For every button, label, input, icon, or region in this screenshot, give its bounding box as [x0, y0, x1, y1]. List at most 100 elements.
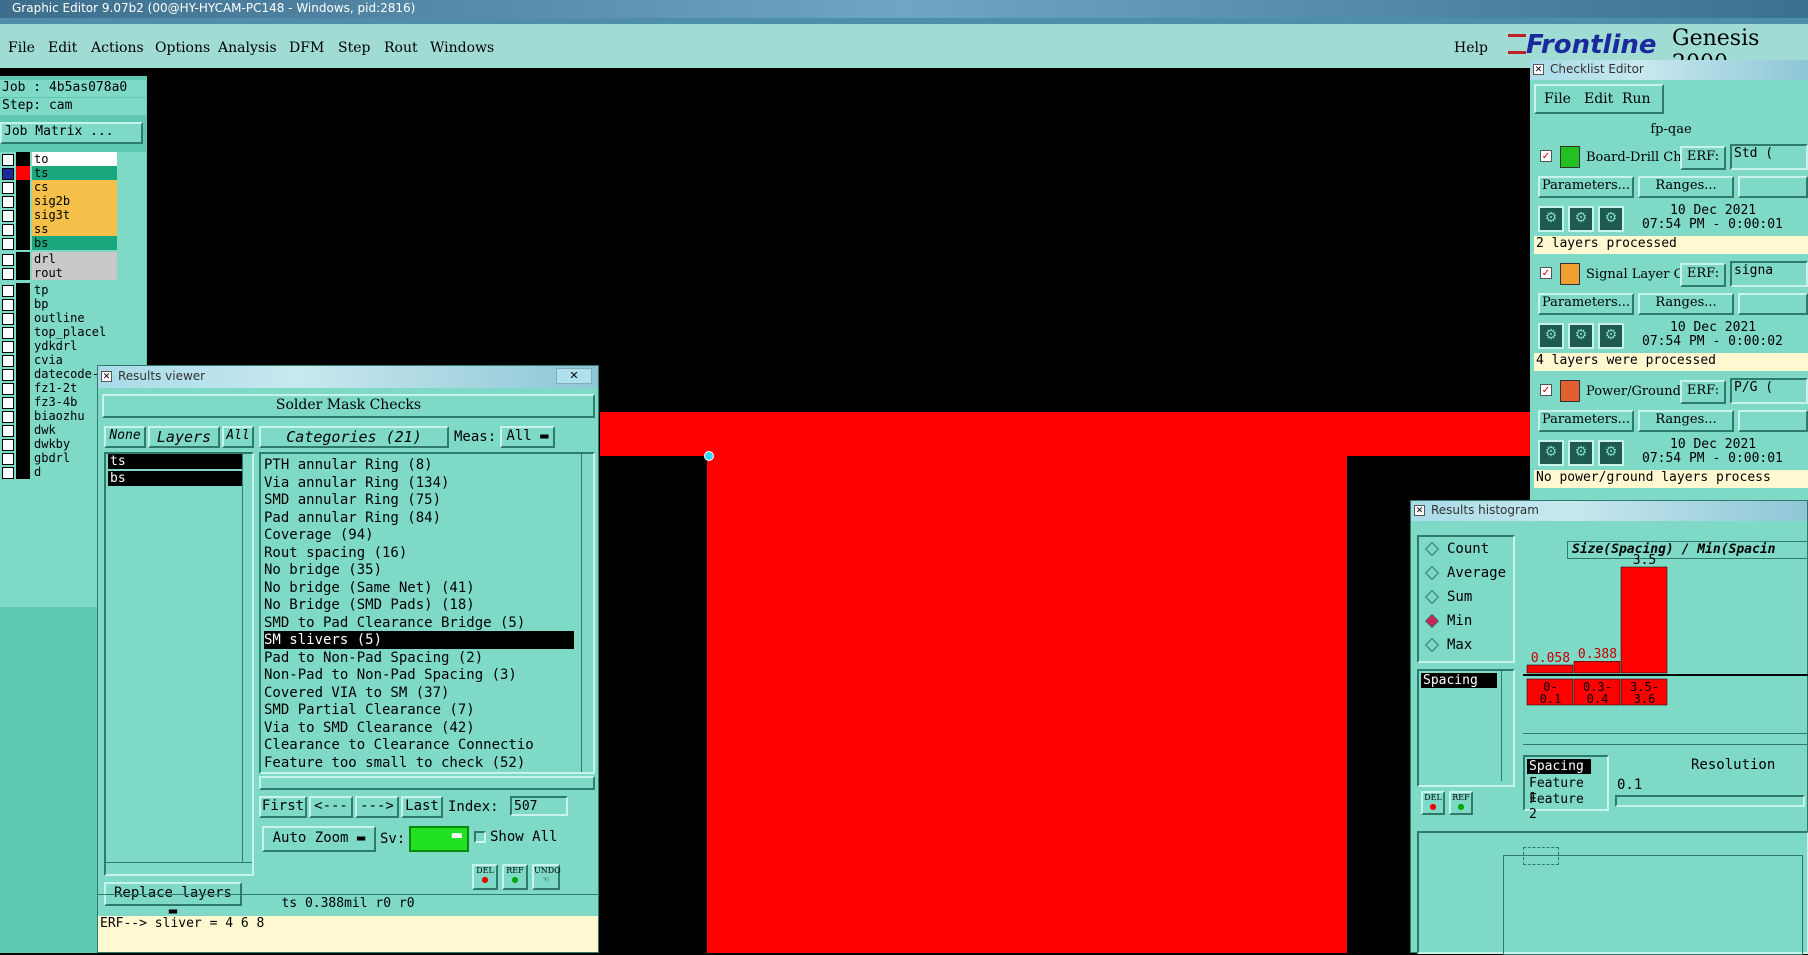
layer-checkbox[interactable]	[2, 196, 14, 208]
menu-file[interactable]: File	[8, 40, 35, 56]
run-check-icon[interactable]: ⚙	[1568, 323, 1594, 349]
prev-button[interactable]: <---	[309, 796, 353, 818]
layer-row-ts[interactable]: ⬋ts	[0, 166, 117, 181]
layer-checkbox[interactable]	[2, 210, 14, 222]
layer-checkbox[interactable]	[2, 327, 14, 339]
layer-checkbox[interactable]	[2, 425, 14, 437]
layer-checkbox[interactable]	[2, 439, 14, 451]
all-button[interactable]: All	[222, 426, 254, 448]
categories-hscrollbar[interactable]	[259, 776, 595, 790]
category-item[interactable]: PTH annular Ring (8)	[264, 456, 433, 474]
next-button[interactable]: --->	[355, 796, 399, 818]
layer-checkbox[interactable]	[2, 355, 14, 367]
layer-checkbox[interactable]	[2, 341, 14, 353]
chart-hscrollbar[interactable]	[1523, 733, 1808, 745]
layer-row-bs[interactable]: ⬋bs	[0, 236, 117, 251]
category-item[interactable]: Coverage (94)	[264, 526, 374, 544]
extra-button[interactable]	[1738, 293, 1808, 315]
menu-dfm[interactable]: DFM	[289, 40, 324, 56]
auto-zoom-select[interactable]: Auto Zoom ▬	[262, 826, 376, 852]
extra-button[interactable]	[1738, 176, 1808, 198]
run-check-icon[interactable]: ⚙	[1538, 323, 1564, 349]
category-item[interactable]: SMD to Pad Clearance Bridge (5)	[264, 614, 525, 632]
layers-scrollbar[interactable]	[242, 454, 252, 862]
layer-row-sig3t[interactable]: ⬋sig3t	[0, 208, 117, 223]
erf-value[interactable]: P/G (	[1730, 378, 1808, 404]
parameters-button[interactable]: Parameters...	[1538, 410, 1634, 432]
categories-button[interactable]: Categories (21)	[259, 426, 449, 448]
run-check-icon[interactable]: ⚙	[1598, 440, 1624, 466]
undo-button[interactable]: UNDO ☜	[532, 864, 561, 890]
layer-row-top_placel[interactable]: ⬋top_placel	[0, 325, 117, 340]
mode-radio-sum[interactable]: Sum	[1423, 589, 1513, 609]
feature-list[interactable]: Spacing Feature 1 Feature 2	[1523, 755, 1609, 822]
menu-options[interactable]: Options	[155, 40, 210, 56]
categories-scrollbar[interactable]	[581, 454, 593, 772]
layers-button[interactable]: Layers	[148, 426, 220, 448]
category-item[interactable]: SM slivers (5)	[264, 631, 574, 649]
layer-checkbox[interactable]	[2, 268, 14, 280]
menu-rout[interactable]: Rout	[384, 40, 418, 56]
layer-row-drl[interactable]: drl	[0, 252, 117, 267]
meas-select[interactable]: All ▬	[500, 426, 555, 448]
category-item[interactable]: Via annular Ring (134)	[264, 474, 449, 492]
run-check-icon[interactable]: ⚙	[1568, 440, 1594, 466]
category-item[interactable]: SMD Partial Clearance (7)	[264, 701, 475, 719]
layer-row-cs[interactable]: ⬋cs	[0, 180, 117, 195]
check-enable-checkbox[interactable]: ✓	[1540, 384, 1552, 396]
hist-ref-button[interactable]: REF ●	[1449, 791, 1473, 815]
extra-button[interactable]	[1738, 410, 1808, 432]
category-item[interactable]: SMD annular Ring (75)	[264, 491, 441, 509]
none-button[interactable]: None	[104, 426, 146, 448]
menu-windows[interactable]: Windows	[430, 40, 494, 56]
run-check-icon[interactable]: ⚙	[1598, 206, 1624, 232]
category-item[interactable]: No Bridge (SMD Pads) (18)	[264, 596, 475, 614]
layer-checkbox[interactable]	[2, 254, 14, 266]
category-item[interactable]: Rout spacing (16)	[264, 544, 407, 562]
category-item[interactable]: No bridge (35)	[264, 561, 382, 579]
category-item[interactable]: Via to SMD Clearance (42)	[264, 719, 475, 737]
layer-checkbox[interactable]	[2, 467, 14, 479]
run-check-icon[interactable]: ⚙	[1598, 323, 1624, 349]
feature-item-1[interactable]: Feature 1	[1527, 776, 1591, 806]
ce-menu-file[interactable]: File	[1544, 91, 1571, 107]
layer-checkbox[interactable]	[2, 168, 14, 180]
menu-step[interactable]: Step	[338, 40, 370, 56]
menu-analysis[interactable]: Analysis	[218, 40, 277, 56]
erf-button[interactable]: ERF:	[1680, 146, 1726, 170]
parameters-button[interactable]: Parameters...	[1538, 176, 1634, 198]
close-icon[interactable]: ✕	[556, 368, 592, 384]
category-item[interactable]: Feature too small to check (52)	[264, 754, 525, 772]
menu-help[interactable]: Help	[1454, 40, 1488, 56]
check-enable-checkbox[interactable]: ✓	[1540, 267, 1552, 279]
layer-row-ss[interactable]: ⬋ss	[0, 222, 117, 237]
show-all-checkbox[interactable]	[474, 831, 486, 843]
hist-del-button[interactable]: DEL ●	[1421, 791, 1445, 815]
layer-checkbox[interactable]	[2, 369, 14, 381]
layer-item-ts[interactable]: ts	[108, 454, 243, 469]
erf-value[interactable]: Std (	[1730, 144, 1808, 170]
layer-checkbox[interactable]	[2, 397, 14, 409]
layer-checkbox[interactable]	[2, 285, 14, 297]
ranges-button[interactable]: Ranges...	[1638, 176, 1734, 198]
del-button[interactable]: DEL ●	[472, 864, 498, 890]
field-scrollbar[interactable]	[1501, 671, 1511, 781]
categories-listbox[interactable]: PTH annular Ring (8) Via annular Ring (13…	[259, 452, 595, 774]
category-item[interactable]: Non-Pad to Non-Pad Spacing (3)	[264, 666, 517, 684]
job-matrix-button[interactable]: Job Matrix ...	[0, 122, 143, 144]
feature-item-2[interactable]: Feature 2	[1527, 792, 1591, 822]
last-button[interactable]: Last	[401, 796, 443, 818]
category-item[interactable]: Pad to Non-Pad Spacing (2)	[264, 649, 483, 667]
layer-checkbox[interactable]	[2, 383, 14, 395]
layers-hscrollbar[interactable]	[106, 862, 252, 874]
layer-checkbox[interactable]	[2, 313, 14, 325]
hist-field-spacing[interactable]: Spacing	[1421, 673, 1497, 688]
category-item[interactable]: Covered VIA to SM (37)	[264, 684, 449, 702]
category-item[interactable]: No bridge (Same Net) (41)	[264, 579, 475, 597]
ranges-button[interactable]: Ranges...	[1638, 410, 1734, 432]
layer-checkbox[interactable]	[2, 182, 14, 194]
index-input[interactable]	[510, 796, 568, 816]
menu-edit[interactable]: Edit	[48, 40, 77, 56]
feature-item-spacing[interactable]: Spacing	[1527, 759, 1591, 774]
hist-field-list[interactable]: Spacing	[1417, 669, 1515, 787]
